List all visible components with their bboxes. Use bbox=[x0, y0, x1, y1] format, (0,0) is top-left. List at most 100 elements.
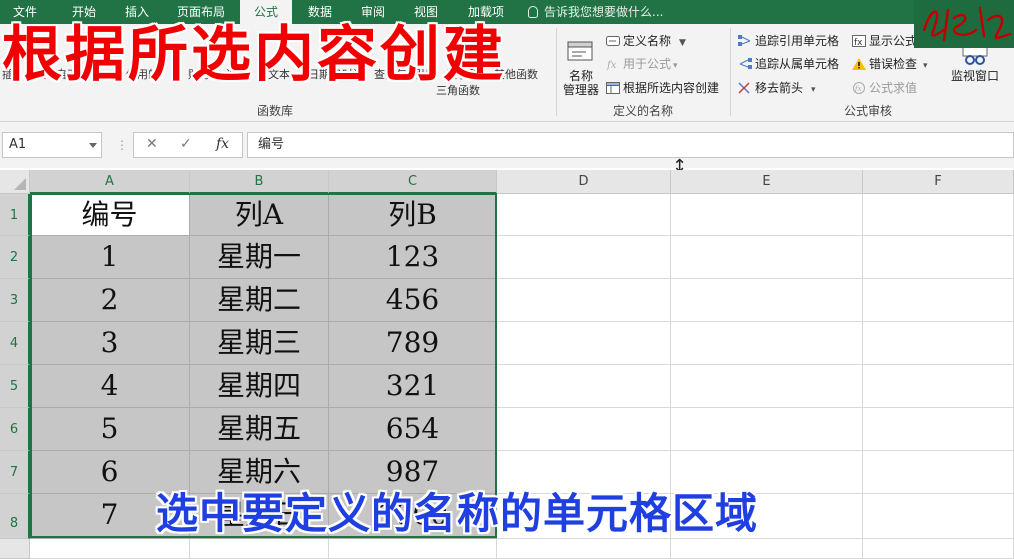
cell-e2[interactable] bbox=[671, 236, 863, 279]
svg-text:fx: fx bbox=[854, 85, 862, 93]
cell-b4[interactable]: 星期三 bbox=[190, 322, 329, 365]
cell-c6[interactable]: 654 bbox=[329, 408, 497, 451]
row-header-7[interactable]: 7 bbox=[0, 451, 30, 494]
signature-mark bbox=[922, 6, 1012, 42]
cell-a9[interactable] bbox=[30, 539, 190, 559]
cell-a6[interactable]: 5 bbox=[30, 408, 190, 451]
column-header-d[interactable]: D bbox=[497, 170, 671, 194]
trace-precedents-button[interactable]: 追踪引用单元格 bbox=[738, 32, 839, 49]
cell-f7[interactable] bbox=[863, 451, 1014, 494]
cell-f3[interactable] bbox=[863, 279, 1014, 322]
cell-f5[interactable] bbox=[863, 365, 1014, 408]
remove-arrows-label: 移去箭头 bbox=[755, 81, 804, 95]
cell-d5[interactable] bbox=[497, 365, 671, 408]
warning-icon bbox=[852, 58, 866, 70]
cell-f9[interactable] bbox=[863, 539, 1014, 559]
row-header-9[interactable] bbox=[0, 539, 30, 559]
cell-b3[interactable]: 星期二 bbox=[190, 279, 329, 322]
name-box[interactable]: A1 bbox=[2, 132, 102, 158]
name-manager-icon bbox=[567, 41, 593, 61]
use-in-formula-button[interactable]: fx 用于公式 ▾ bbox=[606, 55, 678, 72]
cell-e9[interactable] bbox=[671, 539, 863, 559]
cell-b5[interactable]: 星期四 bbox=[190, 365, 329, 408]
define-name-button[interactable]: 定义名称 ▼ bbox=[606, 32, 686, 49]
cell-c4[interactable]: 789 bbox=[329, 322, 497, 365]
name-box-value: A1 bbox=[9, 137, 27, 152]
cell-d2[interactable] bbox=[497, 236, 671, 279]
cell-c5[interactable]: 321 bbox=[329, 365, 497, 408]
remove-arrows-icon bbox=[738, 82, 750, 94]
svg-text:fx: fx bbox=[606, 60, 617, 70]
tell-me-search[interactable]: 告诉我您想要做什么... bbox=[528, 0, 663, 24]
cell-f8[interactable] bbox=[863, 494, 1014, 539]
insert-function-icon[interactable]: fx bbox=[216, 136, 229, 152]
cancel-icon[interactable]: ✕ bbox=[146, 136, 158, 152]
evaluate-formula-button[interactable]: fx 公式求值 bbox=[852, 79, 917, 96]
cell-f6[interactable] bbox=[863, 408, 1014, 451]
cell-b6[interactable]: 星期五 bbox=[190, 408, 329, 451]
trace-dependents-icon bbox=[739, 58, 752, 69]
cell-e4[interactable] bbox=[671, 322, 863, 365]
row-header-5[interactable]: 5 bbox=[0, 365, 30, 408]
cell-d6[interactable] bbox=[497, 408, 671, 451]
cell-a4[interactable]: 3 bbox=[30, 322, 190, 365]
row-header-2[interactable]: 2 bbox=[0, 236, 30, 279]
trace-dependents-button[interactable]: 追踪从属单元格 bbox=[738, 55, 839, 72]
cell-e1[interactable] bbox=[671, 194, 863, 236]
row-header-1[interactable]: 1 bbox=[0, 194, 30, 236]
column-header-b[interactable]: B bbox=[190, 170, 329, 194]
cell-e5[interactable] bbox=[671, 365, 863, 408]
group-divider bbox=[730, 28, 731, 116]
caption-text: 选中要定义的名称的单元格区域 bbox=[156, 489, 759, 538]
cell-b9[interactable] bbox=[190, 539, 329, 559]
chevron-down-icon: ▾ bbox=[923, 61, 928, 71]
cell-a3[interactable]: 2 bbox=[30, 279, 190, 322]
column-header-f[interactable]: F bbox=[863, 170, 1014, 194]
cell-d4[interactable] bbox=[497, 322, 671, 365]
column-header-e[interactable]: E bbox=[671, 170, 863, 194]
formula-auditing-label: 公式审核 bbox=[843, 104, 892, 118]
create-from-selection-button[interactable]: 根据所选内容创建 bbox=[606, 79, 719, 96]
cell-e6[interactable] bbox=[671, 408, 863, 451]
column-header-a[interactable]: A bbox=[30, 170, 190, 194]
cell-c1[interactable]: 列B bbox=[329, 194, 497, 236]
cell-d9[interactable] bbox=[497, 539, 671, 559]
cell-c2[interactable]: 123 bbox=[329, 236, 497, 279]
show-formulas-button[interactable]: fx 显示公式 bbox=[852, 32, 917, 49]
cell-c3[interactable]: 456 bbox=[329, 279, 497, 322]
row-header-6[interactable]: 6 bbox=[0, 408, 30, 451]
error-checking-button[interactable]: 错误检查 ▾ bbox=[852, 55, 928, 72]
cell-b1[interactable]: 列A bbox=[190, 194, 329, 236]
row-header-3[interactable]: 3 bbox=[0, 279, 30, 322]
cell-d3[interactable] bbox=[497, 279, 671, 322]
chevron-down-icon: ▾ bbox=[673, 61, 678, 71]
cell-f1[interactable] bbox=[863, 194, 1014, 236]
row-header-8[interactable]: 8 bbox=[0, 494, 30, 539]
cell-f4[interactable] bbox=[863, 322, 1014, 365]
row-header-4[interactable]: 4 bbox=[0, 322, 30, 365]
cell-a1[interactable]: 编号 bbox=[30, 194, 190, 236]
select-all-button[interactable] bbox=[0, 170, 30, 194]
fx-icon: fx bbox=[606, 60, 617, 70]
remove-arrows-button[interactable]: 移去箭头 ▾ bbox=[738, 79, 816, 96]
function-library-label: 函数库 bbox=[256, 104, 293, 118]
formula-buttons: ✕ ✓ fx bbox=[133, 132, 243, 158]
formula-input[interactable]: 编号 bbox=[247, 132, 1014, 158]
resize-handle-icon[interactable]: ⋮ bbox=[116, 138, 128, 152]
cell-f2[interactable] bbox=[863, 236, 1014, 279]
cell-a5[interactable]: 4 bbox=[30, 365, 190, 408]
name-manager-button[interactable]: 名称 管理器 bbox=[560, 28, 602, 98]
cell-c9[interactable] bbox=[329, 539, 497, 559]
name-manager-label-1: 名称 bbox=[568, 69, 593, 83]
cell-e3[interactable] bbox=[671, 279, 863, 322]
show-formulas-label: 显示公式 bbox=[869, 34, 918, 48]
column-header-c[interactable]: C bbox=[329, 170, 497, 194]
cell-a2[interactable]: 1 bbox=[30, 236, 190, 279]
cell-d1[interactable] bbox=[497, 194, 671, 236]
confirm-icon[interactable]: ✓ bbox=[180, 136, 192, 152]
tell-me-text: 告诉我您想要做什么... bbox=[544, 5, 664, 19]
defined-names-label: 定义的名称 bbox=[612, 104, 673, 118]
cell-b2[interactable]: 星期一 bbox=[190, 236, 329, 279]
chevron-down-icon[interactable] bbox=[89, 143, 97, 148]
create-from-selection-icon bbox=[606, 82, 620, 94]
